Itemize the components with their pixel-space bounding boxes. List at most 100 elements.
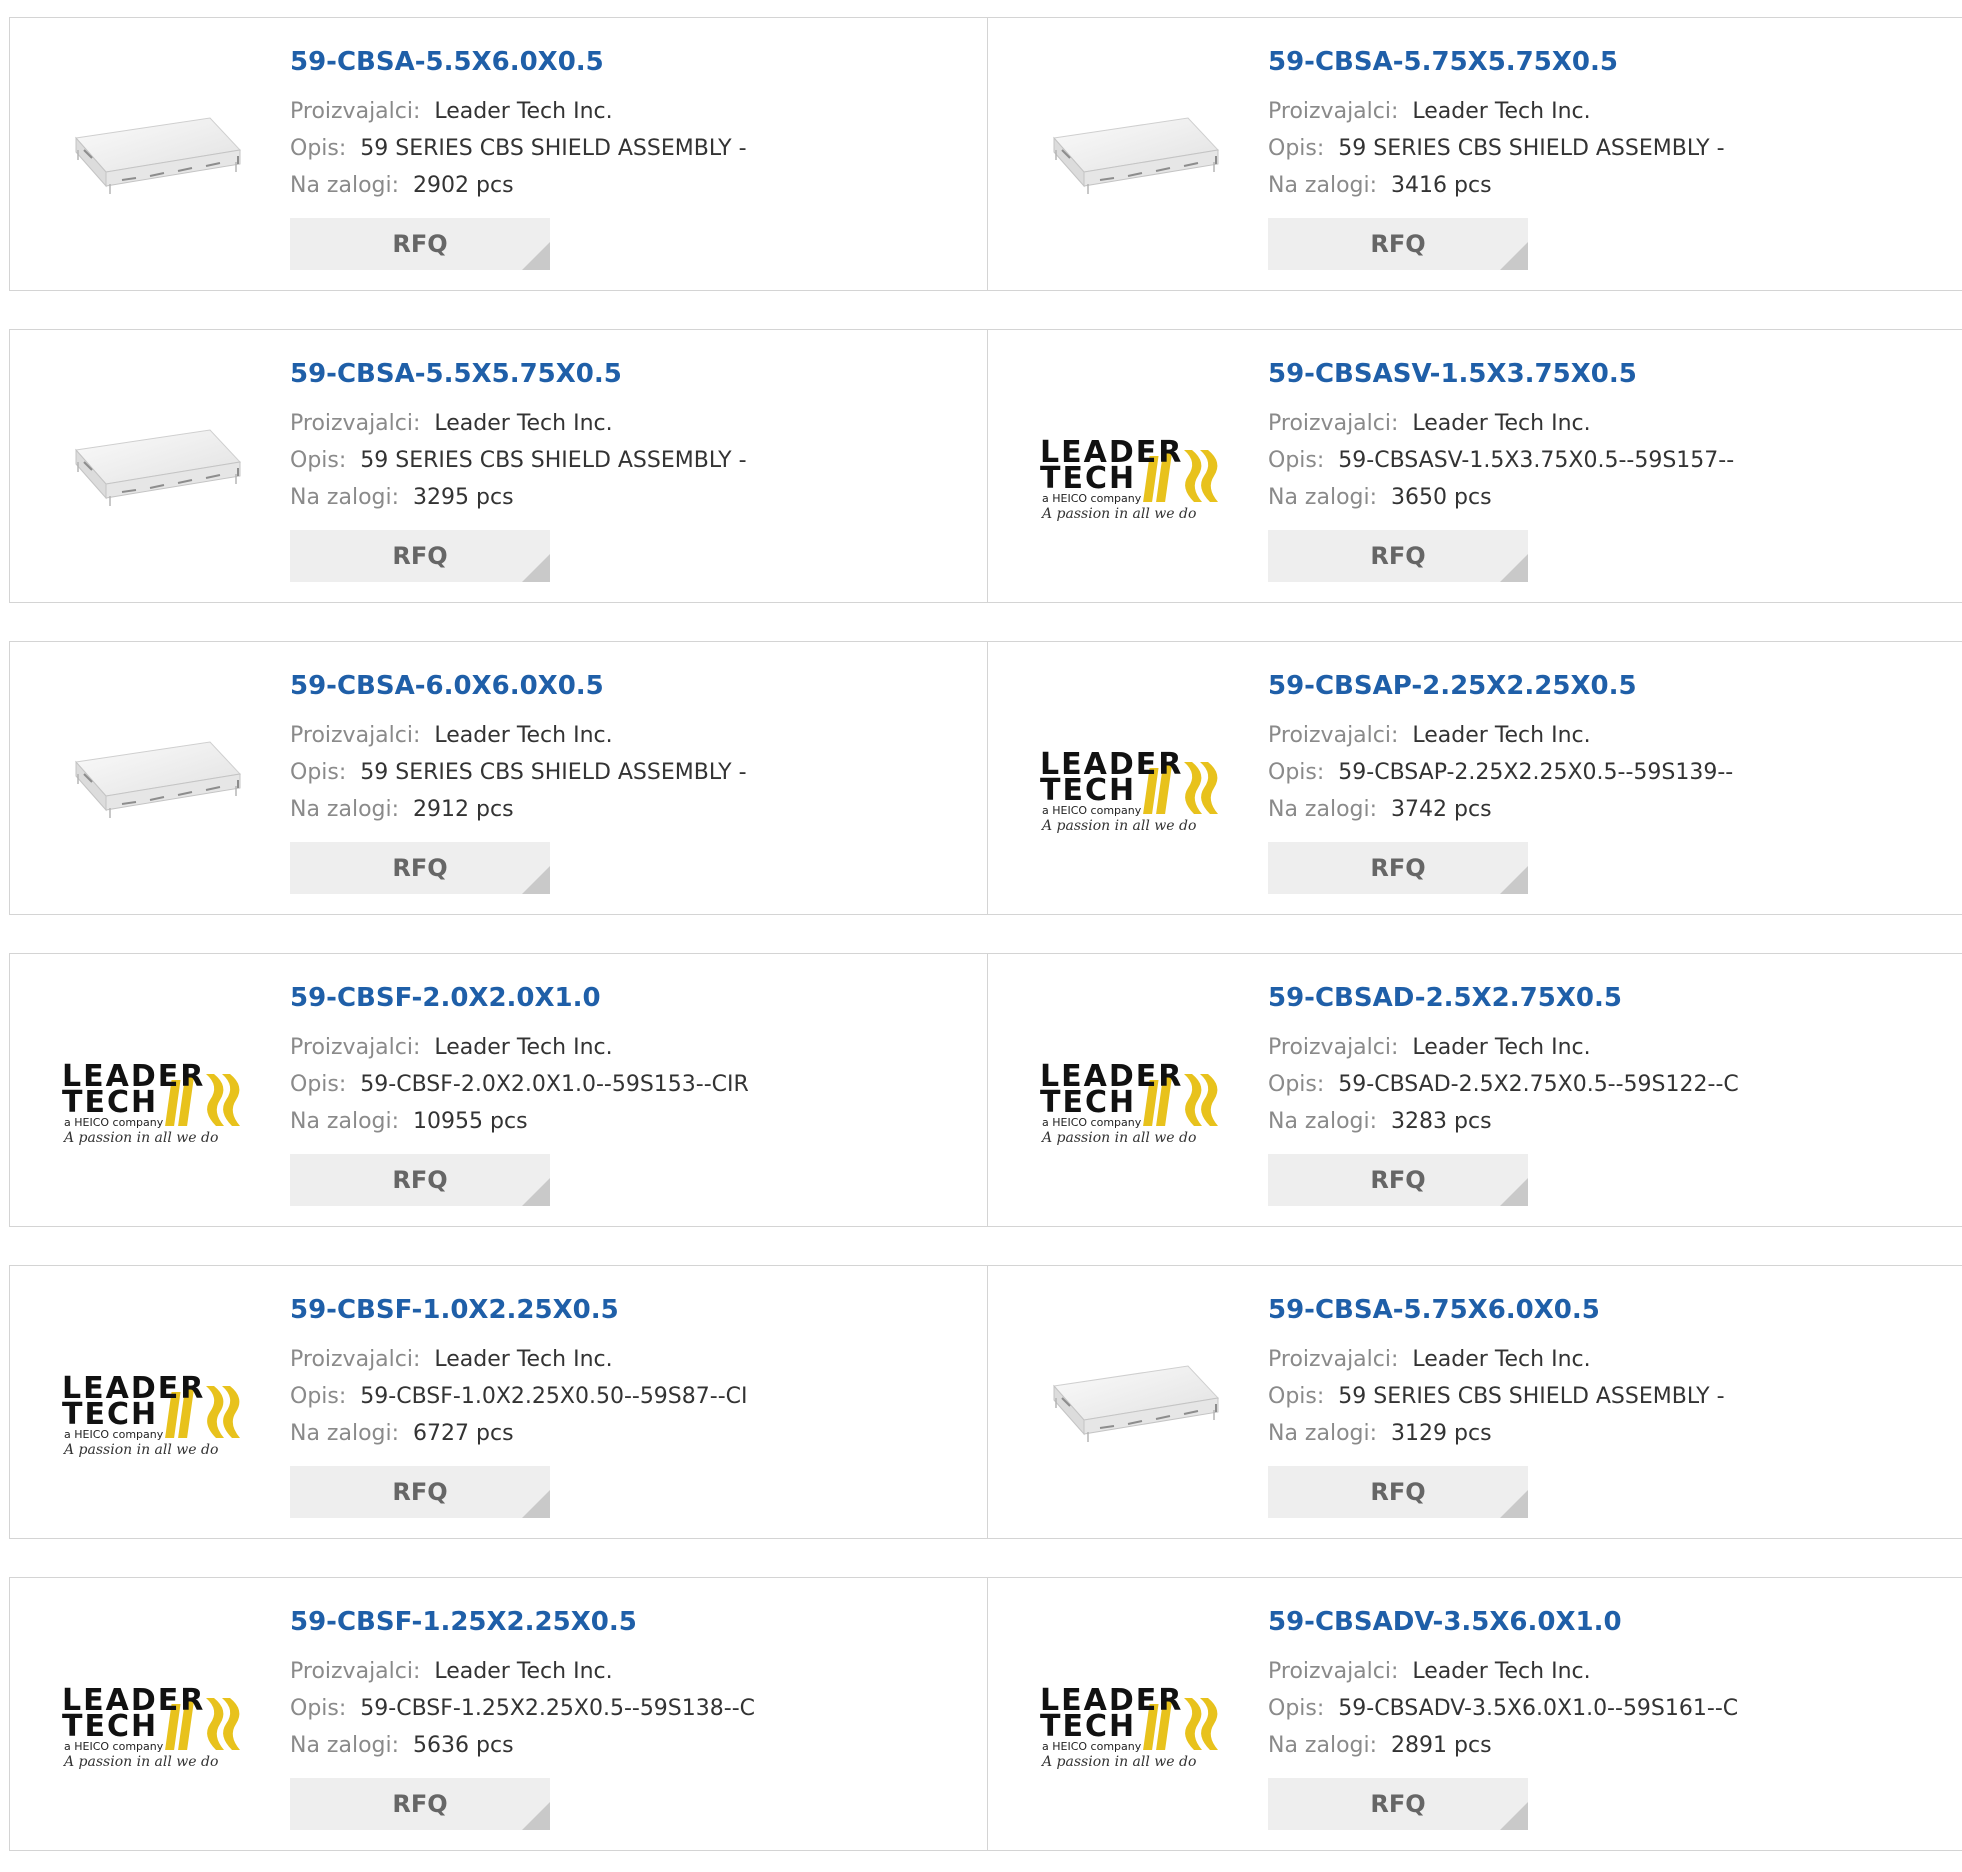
stock-label: Na zalogi:: [290, 173, 400, 198]
description-line: Opis: 59-CBSAD-2.5X2.75X0.5--59S122--C: [1268, 1072, 1739, 1097]
product-row: LEADER TECH a HEICO company A passion in…: [9, 1248, 1962, 1560]
product-card: 59-CBSA-5.5X6.0X0.5 Proizvajalci: Leader T…: [9, 17, 989, 291]
product-title-link[interactable]: 59-CBSA-6.0X6.0X0.5: [290, 671, 604, 701]
svg-text:a HEICO company: a HEICO company: [1042, 1116, 1142, 1129]
description-value: 59 SERIES CBS SHIELD ASSEMBLY -: [360, 448, 747, 473]
stock-label: Na zalogi:: [1268, 1733, 1378, 1758]
description-label: Opis:: [1268, 1072, 1325, 1097]
stock-label: Na zalogi:: [1268, 1421, 1378, 1446]
description-value: 59-CBSAP-2.25X2.25X0.5--59S139--: [1338, 760, 1734, 785]
rfq-button[interactable]: RFQ: [1268, 1778, 1528, 1830]
product-card: 59-CBSA-5.5X5.75X0.5 Proizvajalci: Leader …: [9, 329, 989, 603]
manufacturer-label: Proizvajalci:: [290, 1659, 421, 1684]
manufacturer-label: Proizvajalci:: [290, 1035, 421, 1060]
product-row: 59-CBSA-6.0X6.0X0.5 Proizvajalci: Leader T…: [9, 624, 1962, 936]
rfq-button[interactable]: RFQ: [290, 218, 550, 270]
rfq-button[interactable]: RFQ: [290, 1778, 550, 1830]
description-label: Opis:: [290, 1384, 347, 1409]
stock-line: Na zalogi: 10955 pcs: [290, 1109, 528, 1134]
product-title-link[interactable]: 59-CBSF-1.25X2.25X0.5: [290, 1607, 637, 1637]
product-title-link[interactable]: 59-CBSA-5.5X5.75X0.5: [290, 359, 622, 389]
shield-can-icon: [75, 429, 242, 506]
product-card: 59-CBSA-5.75X6.0X0.5 Proizvajalci: Leader …: [987, 1265, 1962, 1539]
shield-can-icon: [75, 741, 242, 818]
product-title-link[interactable]: 59-CBSADV-3.5X6.0X1.0: [1268, 1607, 1622, 1637]
stock-line: Na zalogi: 2891 pcs: [1268, 1733, 1492, 1758]
product-row: LEADER TECH a HEICO company A passion in…: [9, 1560, 1962, 1872]
rfq-button[interactable]: RFQ: [290, 842, 550, 894]
manufacturer-line: Proizvajalci: Leader Tech Inc.: [290, 723, 613, 748]
corner-triangle-icon: [522, 866, 550, 894]
product-title-link[interactable]: 59-CBSF-1.0X2.25X0.5: [290, 1295, 619, 1325]
svg-text:a HEICO company: a HEICO company: [1042, 492, 1142, 505]
product-card: LEADER TECH a HEICO company A passion in…: [9, 953, 989, 1227]
product-card: 59-CBSA-5.75X5.75X0.5 Proizvajalci: Leader…: [987, 17, 1962, 291]
stock-value: 2891 pcs: [1391, 1733, 1492, 1758]
manufacturer-line: Proizvajalci: Leader Tech Inc.: [1268, 723, 1591, 748]
stock-value: 2902 pcs: [413, 173, 514, 198]
description-label: Opis:: [290, 1072, 347, 1097]
product-title-link[interactable]: 59-CBSA-5.5X6.0X0.5: [290, 47, 604, 77]
corner-triangle-icon: [1500, 866, 1528, 894]
product-title-link[interactable]: 59-CBSAD-2.5X2.75X0.5: [1268, 983, 1622, 1013]
manufacturer-line: Proizvajalci: Leader Tech Inc.: [1268, 411, 1591, 436]
stock-line: Na zalogi: 5636 pcs: [290, 1733, 514, 1758]
corner-triangle-icon: [1500, 1802, 1528, 1830]
svg-text:A passion in all we do: A passion in all we do: [1040, 506, 1196, 522]
rfq-button[interactable]: RFQ: [1268, 1154, 1528, 1206]
rfq-button[interactable]: RFQ: [1268, 1466, 1528, 1518]
description-line: Opis: 59 SERIES CBS SHIELD ASSEMBLY -: [290, 760, 747, 785]
manufacturer-line: Proizvajalci: Leader Tech Inc.: [290, 99, 613, 124]
stock-line: Na zalogi: 3295 pcs: [290, 485, 514, 510]
stock-line: Na zalogi: 3650 pcs: [1268, 485, 1492, 510]
rfq-button[interactable]: RFQ: [290, 530, 550, 582]
product-title-link[interactable]: 59-CBSA-5.75X5.75X0.5: [1268, 47, 1618, 77]
manufacturer-line: Proizvajalci: Leader Tech Inc.: [1268, 1347, 1591, 1372]
rfq-button[interactable]: RFQ: [290, 1154, 550, 1206]
description-value: 59 SERIES CBS SHIELD ASSEMBLY -: [360, 136, 747, 161]
product-title-link[interactable]: 59-CBSF-2.0X2.0X1.0: [290, 983, 601, 1013]
manufacturer-line: Proizvajalci: Leader Tech Inc.: [290, 1659, 613, 1684]
description-line: Opis: 59 SERIES CBS SHIELD ASSEMBLY -: [1268, 136, 1725, 161]
corner-triangle-icon: [522, 1178, 550, 1206]
product-title-link[interactable]: 59-CBSAP-2.25X2.25X0.5: [1268, 671, 1637, 701]
svg-text:TECH: TECH: [62, 1085, 158, 1120]
product-card: LEADER TECH a HEICO company A passion in…: [9, 1265, 989, 1539]
shield-can-icon: [75, 117, 242, 194]
product-title-link[interactable]: 59-CBSASV-1.5X3.75X0.5: [1268, 359, 1637, 389]
description-label: Opis:: [290, 448, 347, 473]
manufacturer-line: Proizvajalci: Leader Tech Inc.: [290, 411, 613, 436]
manufacturer-line: Proizvajalci: Leader Tech Inc.: [290, 1035, 613, 1060]
stock-value: 6727 pcs: [413, 1421, 514, 1446]
description-value: 59 SERIES CBS SHIELD ASSEMBLY -: [1338, 1384, 1725, 1409]
product-card: LEADER TECH a HEICO company A passion in…: [987, 641, 1962, 915]
product-card: LEADER TECH a HEICO company A passion in…: [987, 1577, 1962, 1851]
rfq-button[interactable]: RFQ: [290, 1466, 550, 1518]
corner-triangle-icon: [1500, 1490, 1528, 1518]
stock-label: Na zalogi:: [290, 1733, 400, 1758]
manufacturer-line: Proizvajalci: Leader Tech Inc.: [290, 1347, 613, 1372]
rfq-button[interactable]: RFQ: [1268, 218, 1528, 270]
shield-can-icon: [1053, 117, 1220, 194]
rfq-button-label: RFQ: [1370, 854, 1426, 882]
leader-tech-logo: LEADER TECH a HEICO company A passion in…: [62, 1059, 240, 1146]
stock-value: 5636 pcs: [413, 1733, 514, 1758]
svg-text:a HEICO company: a HEICO company: [1042, 1740, 1142, 1753]
product-card: LEADER TECH a HEICO company A passion in…: [9, 1577, 989, 1851]
product-title-link[interactable]: 59-CBSA-5.75X6.0X0.5: [1268, 1295, 1600, 1325]
stock-value: 3295 pcs: [413, 485, 514, 510]
rfq-button-label: RFQ: [1370, 230, 1426, 258]
stock-label: Na zalogi:: [290, 485, 400, 510]
manufacturer-value: Leader Tech Inc.: [434, 1347, 613, 1372]
manufacturer-value: Leader Tech Inc.: [1412, 723, 1591, 748]
stock-label: Na zalogi:: [290, 1109, 400, 1134]
leader-tech-logo: LEADER TECH a HEICO company A passion in…: [62, 1371, 240, 1458]
stock-line: Na zalogi: 6727 pcs: [290, 1421, 514, 1446]
rfq-button[interactable]: RFQ: [1268, 530, 1528, 582]
product-row: 59-CBSA-5.5X5.75X0.5 Proizvajalci: Leader …: [9, 312, 1962, 624]
description-value: 59 SERIES CBS SHIELD ASSEMBLY -: [360, 760, 747, 785]
svg-text:a HEICO company: a HEICO company: [64, 1740, 164, 1753]
manufacturer-line: Proizvajalci: Leader Tech Inc.: [1268, 99, 1591, 124]
svg-text:TECH: TECH: [1040, 1085, 1136, 1120]
rfq-button[interactable]: RFQ: [1268, 842, 1528, 894]
